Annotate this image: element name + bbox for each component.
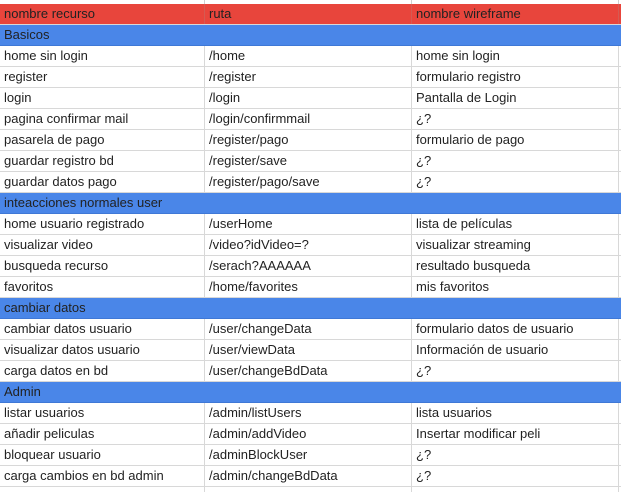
nombre-wireframe-cell[interactable]: ¿?: [412, 445, 619, 465]
nombre-wireframe-cell[interactable]: home sin login: [412, 46, 619, 66]
ruta-cell[interactable]: /adminBlockUser: [205, 445, 412, 465]
ruta-cell[interactable]: /register/save: [205, 151, 412, 171]
table-row: busqueda recurso/serach?AAAAAA resultado …: [0, 256, 621, 277]
nombre-wireframe-cell[interactable]: visualizar streaming: [412, 235, 619, 255]
nombre-wireframe-cell[interactable]: ¿?: [412, 466, 619, 486]
ruta-cell[interactable]: /user/changeBdData: [205, 361, 412, 381]
table-row: carga datos en bd/user/changeBdData ¿?: [0, 361, 621, 382]
nombre-recurso-cell[interactable]: login: [0, 88, 205, 108]
nombre-recurso-cell[interactable]: pasarela de pago: [0, 130, 205, 150]
ruta-cell[interactable]: /login/confirmmail: [205, 109, 412, 129]
nombre-recurso-cell[interactable]: pagina confirmar mail: [0, 109, 205, 129]
nombre-recurso-cell[interactable]: bloquear usuario: [0, 445, 205, 465]
nombre-wireframe-cell[interactable]: formulario datos de usuario: [412, 319, 619, 339]
nombre-recurso-cell[interactable]: visualizar video: [0, 235, 205, 255]
header-cell-nombre-wireframe[interactable]: nombre wireframe: [412, 4, 619, 24]
ruta-cell[interactable]: /admin/listUsers: [205, 403, 412, 423]
section-title-cell[interactable]: cambiar datos: [0, 298, 619, 318]
spreadsheet-grid: nombre recurso ruta nombre wireframe Bas…: [0, 0, 621, 492]
ruta-cell[interactable]: /register: [205, 67, 412, 87]
ruta-cell[interactable]: /login: [205, 88, 412, 108]
header-cell-ruta[interactable]: ruta: [205, 4, 412, 24]
table-row: bloquear usuario/adminBlockUser ¿?: [0, 445, 621, 466]
nombre-recurso-cell[interactable]: home usuario registrado: [0, 214, 205, 234]
nombre-recurso-cell[interactable]: favoritos: [0, 277, 205, 297]
table-row: guardar registro bd/register/save ¿?: [0, 151, 621, 172]
nombre-wireframe-cell[interactable]: Insertar modificar peli: [412, 424, 619, 444]
ruta-cell[interactable]: /admin/changeBdData: [205, 466, 412, 486]
nombre-wireframe-cell[interactable]: lista de películas: [412, 214, 619, 234]
ruta-cell[interactable]: /serach?AAAAAA: [205, 256, 412, 276]
table-row: cambiar datos usuario/user/changeData for…: [0, 319, 621, 340]
nombre-recurso-cell[interactable]: listar usuarios: [0, 403, 205, 423]
table-row: pasarela de pago/register/pago formulario…: [0, 130, 621, 151]
table-row: pagina confirmar mail/login/confirmmail ¿…: [0, 109, 621, 130]
table-row: visualizar video/video?idVideo=? visualiz…: [0, 235, 621, 256]
table-row: carga cambios en bd admin/admin/changeBd…: [0, 466, 621, 487]
section-row: inteacciones normales user: [0, 193, 621, 214]
table-row: login/login Pantalla de Login: [0, 88, 621, 109]
nombre-recurso-cell[interactable]: busqueda recurso: [0, 256, 205, 276]
nombre-wireframe-cell[interactable]: ¿?: [412, 172, 619, 192]
nombre-recurso-cell[interactable]: guardar registro bd: [0, 151, 205, 171]
nombre-wireframe-cell[interactable]: Pantalla de Login: [412, 88, 619, 108]
ruta-cell[interactable]: /admin/addVideo: [205, 424, 412, 444]
section-row: Admin: [0, 382, 621, 403]
header-row: nombre recurso ruta nombre wireframe: [0, 4, 621, 25]
nombre-wireframe-cell[interactable]: ¿?: [412, 109, 619, 129]
section-title-cell[interactable]: Basicos: [0, 25, 619, 45]
section-title-cell[interactable]: inteacciones normales user: [0, 193, 619, 213]
nombre-wireframe-cell[interactable]: resultado busqueda: [412, 256, 619, 276]
ruta-cell[interactable]: /user/viewData: [205, 340, 412, 360]
nombre-wireframe-cell[interactable]: Información de usuario: [412, 340, 619, 360]
table-body: Basicos home sin login/home home sin login…: [0, 25, 621, 487]
nombre-wireframe-cell[interactable]: lista usuarios: [412, 403, 619, 423]
ruta-cell[interactable]: /userHome: [205, 214, 412, 234]
nombre-recurso-cell[interactable]: añadir peliculas: [0, 424, 205, 444]
table-row: visualizar datos usuario/user/viewData In…: [0, 340, 621, 361]
table-row: register/register formulario registro: [0, 67, 621, 88]
nombre-recurso-cell[interactable]: cambiar datos usuario: [0, 319, 205, 339]
ruta-cell[interactable]: /home: [205, 46, 412, 66]
bottom-partial-row: [0, 487, 621, 492]
nombre-wireframe-cell[interactable]: formulario registro: [412, 67, 619, 87]
nombre-recurso-cell[interactable]: carga cambios en bd admin: [0, 466, 205, 486]
nombre-wireframe-cell[interactable]: formulario de pago: [412, 130, 619, 150]
table-row: home sin login/home home sin login: [0, 46, 621, 67]
nombre-recurso-cell[interactable]: home sin login: [0, 46, 205, 66]
ruta-cell[interactable]: /register/pago/save: [205, 172, 412, 192]
header-cell-nombre-recurso[interactable]: nombre recurso: [0, 4, 205, 24]
ruta-cell[interactable]: /register/pago: [205, 130, 412, 150]
nombre-wireframe-cell[interactable]: mis favoritos: [412, 277, 619, 297]
nombre-recurso-cell[interactable]: carga datos en bd: [0, 361, 205, 381]
ruta-cell[interactable]: /video?idVideo=?: [205, 235, 412, 255]
ruta-cell[interactable]: /user/changeData: [205, 319, 412, 339]
nombre-recurso-cell[interactable]: guardar datos pago: [0, 172, 205, 192]
ruta-cell[interactable]: /home/favorites: [205, 277, 412, 297]
nombre-wireframe-cell[interactable]: ¿?: [412, 361, 619, 381]
table-row: home usuario registrado/userHome lista de…: [0, 214, 621, 235]
section-title-cell[interactable]: Admin: [0, 382, 619, 402]
section-row: Basicos: [0, 25, 621, 46]
nombre-wireframe-cell[interactable]: ¿?: [412, 151, 619, 171]
table-row: favoritos/home/favorites mis favoritos: [0, 277, 621, 298]
nombre-recurso-cell[interactable]: visualizar datos usuario: [0, 340, 205, 360]
section-row: cambiar datos: [0, 298, 621, 319]
table-row: listar usuarios/admin/listUsers lista usu…: [0, 403, 621, 424]
table-row: guardar datos pago/register/pago/save ¿?: [0, 172, 621, 193]
table-row: añadir peliculas/admin/addVideo Insertar …: [0, 424, 621, 445]
nombre-recurso-cell[interactable]: register: [0, 67, 205, 87]
